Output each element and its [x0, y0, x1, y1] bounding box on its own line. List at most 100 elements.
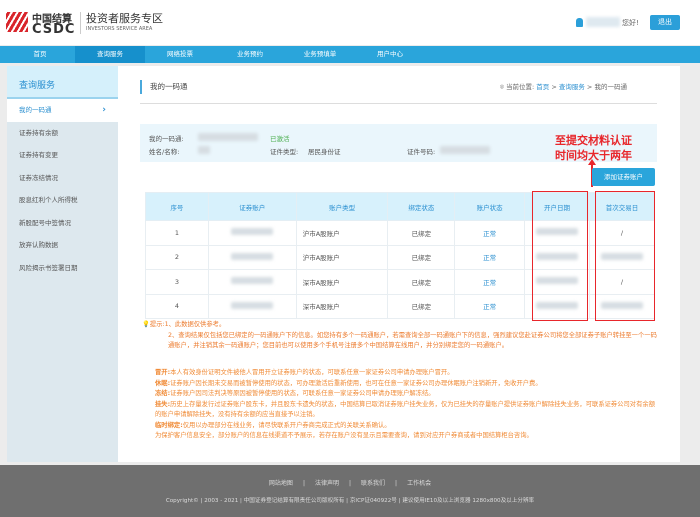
code-redacted: [198, 133, 258, 141]
row-no: 1: [145, 220, 209, 246]
logout-button[interactable]: 退出: [650, 15, 680, 30]
legend-text: 证券账户因长期未交易而被暂停使用的状态，可办理激活后重新使用，也可在任意一家证券…: [170, 379, 542, 387]
breadcrumb-label: 当前位置:: [505, 83, 535, 91]
bind-status: 已绑定: [387, 293, 456, 319]
legend-item: 休眠:证券账户因长期未交易而被暂停使用的状态，可办理激活后重新使用，也可在任意一…: [155, 379, 660, 390]
col-type: 账户类型: [295, 192, 389, 221]
nav-query[interactable]: 查询服务: [75, 46, 145, 63]
legend-item: 冻结:证券账户因司法判决等原因被暂停使用的状态，可联系任意一家证券公司申请办理账…: [155, 389, 660, 400]
col-status: 账户状态: [454, 192, 526, 221]
tips: 💡提示:1、此数据仅供参考。 2、查询结果仅包括您已绑定的一码通账户下的信息。如…: [142, 320, 657, 352]
id-no-redacted: [440, 146, 490, 154]
account-status-link[interactable]: 正常: [483, 279, 496, 287]
divider: [80, 12, 81, 34]
tips-line: 2、查询结果仅包括您已绑定的一码通账户下的信息。如您持有多个一码通账户，若需查询…: [168, 331, 657, 350]
sidebar-item-changes[interactable]: 证券持有变更: [7, 144, 118, 167]
red-highlight-box: [595, 191, 655, 321]
sidebar-item-abandon[interactable]: 放弃认购数据: [7, 234, 118, 257]
header: 中国结算 CSDC 投资者服务专区 INVESTORS SERVICE AREA…: [0, 0, 700, 45]
legend-text: 本人有效身份证明文件被他人冒用开立证券账户的状态，可联系任意一家证券公司申请办理…: [170, 369, 454, 376]
account-redacted: [231, 301, 274, 309]
account-redacted: [231, 277, 274, 285]
csdc-logo-icon: [6, 12, 28, 32]
account-status-link[interactable]: 正常: [483, 230, 496, 238]
col-account: 证券账户: [207, 192, 297, 221]
sidebar-item-ipo[interactable]: 新股配号中签情况: [7, 212, 118, 235]
bind-status: 已绑定: [387, 220, 456, 246]
account-redacted: [231, 252, 274, 260]
breadcrumb-home[interactable]: 首页: [536, 83, 549, 91]
nav-prefill[interactable]: 业务预填单: [285, 46, 355, 63]
zone-subtitle: INVESTORS SERVICE AREA: [86, 26, 153, 32]
account-type: 沪市A股账户: [295, 244, 389, 270]
legend-item: 挂失:历史上存量发行过证券账户股东卡，并且股东卡遗失的状态，中国结算已取消证券账…: [155, 400, 660, 421]
bind-status: 已绑定: [387, 244, 456, 270]
name-label: 姓名/名称:: [149, 148, 180, 156]
logo-en: CSDC: [32, 22, 76, 37]
account-type: 沪市A股账户: [295, 220, 389, 246]
username-redacted: [586, 17, 620, 27]
nav-home[interactable]: 首页: [5, 46, 75, 63]
id-type: 居民身份证: [308, 148, 341, 156]
col-no: 序号: [145, 192, 209, 221]
tips-line: 1、此数据仅供参考。: [164, 321, 226, 328]
account-type: 深市A股账户: [295, 293, 389, 319]
legend-text: 为保护客户信息安全，部分账户的信息在线渠道不予展示，若存在账户没有显示且需要查询…: [155, 432, 533, 439]
account-type: 深市A股账户: [295, 269, 389, 295]
legend-text: 证券账户因司法判决等原因被暂停使用的状态，可联系任意一家证券公司申请办理账户解冻…: [170, 390, 435, 397]
status-legend: 冒开:本人有效身份证明文件被他人冒用开立证券账户的状态，可联系任意一家证券公司申…: [155, 368, 660, 442]
sidebar-item-label: 我的一码通: [19, 106, 52, 114]
footer-jobs[interactable]: 工作机会: [407, 480, 431, 487]
footer-contact[interactable]: 联系我们: [361, 480, 385, 487]
account-status-link[interactable]: 正常: [483, 254, 496, 262]
account-status-link[interactable]: 正常: [483, 303, 496, 311]
tips-label: 提示:: [149, 321, 165, 328]
legend-key: 临时绑定:: [155, 421, 183, 429]
legend-key: 冒开:: [155, 369, 171, 376]
legend-key: 冻结:: [155, 390, 171, 397]
sidebar-item-dividend-tax[interactable]: 股息红利个人所得税: [7, 189, 118, 212]
legend-text: 历史上存量发行过证券账户股东卡，并且股东卡遗失的状态，中国结算已取消证券账户挂失…: [155, 400, 655, 419]
add-account-button[interactable]: 添加证券账户: [592, 168, 655, 186]
legend-key: 挂失:: [155, 400, 171, 408]
legend-item: 冒开:本人有效身份证明文件被他人冒用开立证券账户的状态，可联系任意一家证券公司申…: [155, 368, 660, 379]
name-redacted: [198, 146, 210, 154]
divider: [140, 103, 657, 104]
footer-sitemap[interactable]: 网站地图: [269, 480, 293, 487]
account-redacted: [231, 228, 274, 236]
bind-status: 已绑定: [387, 269, 456, 295]
nav-user-center[interactable]: 用户中心: [355, 46, 425, 63]
legend-text: 仅用以办理部分在线业务，请尽快联系开户券商完成正式的关联关系确认。: [182, 421, 391, 429]
code-label: 我的一码通:: [149, 135, 184, 143]
nav-appointment[interactable]: 业务预约: [215, 46, 285, 63]
legend-item: 为保护客户信息安全，部分账户的信息在线渠道不予展示，若存在账户没有显示且需要查询…: [155, 431, 660, 442]
sidebar-item-my-code[interactable]: 我的一码通 ›: [7, 99, 118, 122]
col-bind: 绑定状态: [387, 192, 456, 221]
sidebar-item-balance[interactable]: 证券持有余额: [7, 122, 118, 145]
breadcrumb: ⌾ 当前位置: 首页 > 查询服务 > 我的一码通: [500, 83, 627, 91]
greeting: 您好!: [622, 19, 639, 27]
lightbulb-icon: 💡: [142, 321, 150, 328]
row-no: 2: [145, 244, 209, 270]
sidebar-item-risk-date[interactable]: 风险揭示书签署日期: [7, 257, 118, 280]
activation-status: 已激活: [270, 135, 290, 143]
sidebar-item-frozen[interactable]: 证券冻结情况: [7, 167, 118, 190]
sidebar-title: 查询服务: [7, 66, 118, 99]
row-no: 3: [145, 269, 209, 295]
footer: 网站地图 | 法律声明 | 联系我们 | 工作机会 Copyright© | 2003 - …: [0, 465, 700, 517]
breadcrumb-query[interactable]: 查询服务: [559, 83, 585, 91]
main-nav: 首页 查询服务 网络投票 业务预约 业务预填单 用户中心: [0, 46, 700, 63]
row-no: 4: [145, 293, 209, 319]
legend-item: 临时绑定:仅用以办理部分在线业务，请尽快联系开户券商完成正式的关联关系确认。: [155, 421, 660, 432]
annotation-line: 至提交材料认证: [555, 134, 632, 147]
sidebar: 查询服务 我的一码通 › 证券持有余额 证券持有变更 证券冻结情况 股息红利个人所…: [7, 66, 118, 462]
page-title: 我的一码通: [140, 80, 188, 94]
red-highlight-box: [532, 191, 588, 321]
id-no-label: 证件号码:: [407, 148, 436, 156]
legend-key: 休眠:: [155, 379, 171, 387]
chevron-right-icon: ›: [102, 105, 106, 115]
nav-voting[interactable]: 网络投票: [145, 46, 215, 63]
breadcrumb-current: 我的一码通: [594, 83, 627, 91]
footer-legal[interactable]: 法律声明: [315, 480, 339, 487]
id-type-label: 证件类型:: [270, 148, 299, 156]
